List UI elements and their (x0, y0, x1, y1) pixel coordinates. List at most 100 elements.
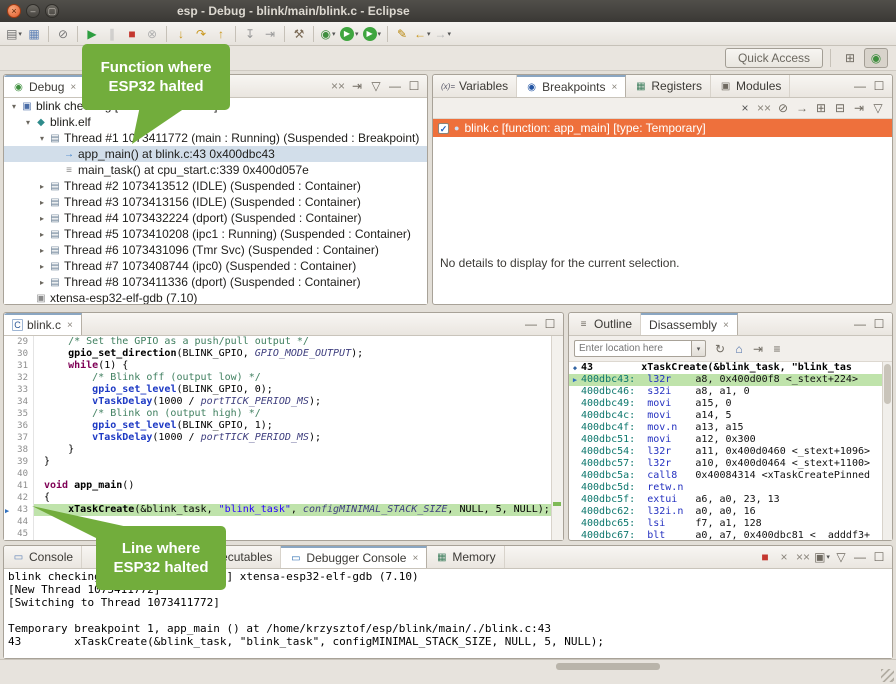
location-dropdown-icon[interactable]: ▾ (692, 340, 706, 357)
breakpoint-checkbox[interactable]: ✓ (438, 123, 449, 134)
last-edit-location-button[interactable]: ✎ (392, 24, 412, 44)
skip-all-breakpoints-button[interactable]: ⊘ (53, 24, 73, 44)
step-over-button[interactable]: ↷ (191, 24, 211, 44)
step-return-button[interactable]: ↑ (211, 24, 231, 44)
minimize-view-icon[interactable]: — (523, 317, 539, 332)
debug-tree-row[interactable]: ▣xtensa-esp32-elf-gdb (7.10) (4, 290, 427, 304)
external-tools-button[interactable]: ▶▾ (361, 24, 384, 44)
suspend-button[interactable]: ∥ (102, 24, 122, 44)
disassembly-row[interactable]: 400dbc62: l32i.n a0, a0, 16 (569, 506, 882, 518)
close-tab-icon[interactable]: × (723, 320, 729, 331)
terminate-button[interactable]: ■ (122, 24, 142, 44)
tree-expander-icon[interactable]: ▾ (36, 134, 48, 143)
open-perspective-button[interactable]: ⊞ (838, 48, 862, 68)
maximize-view-icon[interactable]: ☐ (542, 317, 558, 332)
disassembly-row[interactable]: 400dbc5a: call8 0x40084314 <xTaskCreateP… (569, 470, 882, 482)
disassembly-row[interactable]: 400dbc46: s32i a8, a1, 0 (569, 386, 882, 398)
debug-tree-row[interactable]: ▸▤Thread #2 1073413512 (IDLE) (Suspended… (4, 178, 427, 194)
link-with-active-context-icon[interactable]: ⇥ (750, 341, 766, 356)
tab-console[interactable]: ▭Console (4, 546, 82, 568)
tree-expander-icon[interactable]: ▾ (22, 118, 34, 127)
instruction-stepping-button[interactable]: ⇥ (260, 24, 280, 44)
window-minimize-button[interactable]: – (26, 4, 40, 18)
show-supported-breakpoints-icon[interactable]: ⊘ (775, 101, 791, 116)
debug-tree-row[interactable]: ▾▤Thread #1 1073411772 (main : Running) … (4, 130, 427, 146)
disassembly-row[interactable]: 400dbc4c: movi a14, 5 (569, 410, 882, 422)
home-icon[interactable]: ⌂ (731, 341, 747, 356)
code-line[interactable]: 30 gpio_set_direction(BLINK_GPIO, GPIO_M… (4, 348, 551, 360)
drop-to-frame-button[interactable]: ↧ (240, 24, 260, 44)
build-button[interactable]: ⚒ (289, 24, 309, 44)
tab-breakpoints[interactable]: ◉Breakpoints× (517, 75, 626, 97)
minimize-view-icon[interactable]: — (852, 317, 868, 332)
debug-button[interactable]: ◉▾ (318, 24, 338, 44)
tab-debug[interactable]: ◉Debug× (4, 75, 85, 97)
maximize-view-icon[interactable]: ☐ (871, 550, 887, 565)
horizontal-scrollbar-thumb[interactable] (556, 663, 660, 670)
code-line[interactable]: 31 while(1) { (4, 360, 551, 372)
disassembly-content[interactable]: ◆43 xTaskCreate(&blink_task, "blink_tas▶… (569, 362, 882, 540)
code-line[interactable]: 38 } (4, 444, 551, 456)
forward-button[interactable]: →▾ (433, 24, 454, 44)
tree-expander-icon[interactable]: ▸ (36, 278, 48, 287)
close-tab-icon[interactable]: × (612, 82, 618, 93)
debug-tree-row[interactable]: ▸▤Thread #7 1073408744 (ipc0) (Suspended… (4, 258, 427, 274)
tree-expander-icon[interactable]: ▸ (36, 246, 48, 255)
tree-expander-icon[interactable]: ▸ (36, 214, 48, 223)
remove-all-terminated-icon[interactable]: ×× (330, 79, 346, 94)
code-line[interactable]: 32 /* Blink off (output low) */ (4, 372, 551, 384)
disassembly-row[interactable]: 400dbc51: movi a12, 0x300 (569, 434, 882, 446)
run-button[interactable]: ▶▾ (338, 24, 361, 44)
expand-all-icon[interactable]: ⊞ (813, 101, 829, 116)
close-tab-icon[interactable]: × (70, 82, 76, 93)
quick-access-button[interactable]: Quick Access (725, 48, 823, 68)
save-button[interactable]: ▦ (24, 24, 44, 44)
tab-disassembly[interactable]: Disassembly× (641, 313, 738, 335)
minimize-view-icon[interactable]: — (387, 79, 403, 94)
tree-expander-icon[interactable]: ▾ (8, 102, 20, 111)
back-button[interactable]: ←▾ (412, 24, 433, 44)
show-full-paths-icon[interactable]: ⇥ (349, 79, 365, 94)
code-line[interactable]: 40 (4, 468, 551, 480)
tab-blink-c[interactable]: Cblink.c× (4, 313, 82, 335)
step-into-button[interactable]: ↓ (171, 24, 191, 44)
code-line[interactable]: 39} (4, 456, 551, 468)
tab-modules[interactable]: ▣Modules (711, 75, 790, 97)
code-line[interactable]: 37 vTaskDelay(1000 / portTICK_PERIOD_MS)… (4, 432, 551, 444)
disassembly-row[interactable]: 400dbc65: lsi f7, a1, 128 (569, 518, 882, 530)
minimize-view-icon[interactable]: — (852, 550, 868, 565)
tab-memory[interactable]: ▦Memory (427, 546, 504, 568)
window-close-button[interactable]: × (7, 4, 21, 18)
disconnect-button[interactable]: ⊗ (142, 24, 162, 44)
tab-debugger-console[interactable]: ▭Debugger Console× (281, 546, 427, 568)
remove-breakpoint-icon[interactable]: × (737, 101, 753, 116)
tab-variables[interactable]: (x)=Variables (433, 75, 517, 97)
scrollbar-thumb[interactable] (884, 364, 891, 404)
debug-perspective-button[interactable]: ◉ (864, 48, 888, 68)
remove-all-launches-button[interactable]: ×× (795, 550, 811, 565)
tab-outline[interactable]: ≡Outline (569, 313, 641, 335)
disassembly-row[interactable]: 400dbc67: blt a0, a7, 0x400dbc81 <__addd… (569, 530, 882, 540)
disassembly-row[interactable]: 400dbc57: l32r a10, 0x400d0464 <_stext+1… (569, 458, 882, 470)
go-to-file-icon[interactable]: → (794, 101, 810, 116)
debug-tree-row[interactable]: ≡main_task() at cpu_start.c:339 0x400d05… (4, 162, 427, 178)
disassembly-row[interactable]: 400dbc49: movi a15, 0 (569, 398, 882, 410)
remove-all-breakpoints-icon[interactable]: ×× (756, 101, 772, 116)
disassembly-location-input[interactable] (574, 340, 692, 357)
code-line[interactable]: 34 vTaskDelay(1000 / portTICK_PERIOD_MS)… (4, 396, 551, 408)
window-maximize-button[interactable]: ▢ (45, 4, 59, 18)
maximize-view-icon[interactable]: ☐ (871, 79, 887, 94)
code-line[interactable]: 35 /* Blink on (output high) */ (4, 408, 551, 420)
close-tab-icon[interactable]: × (67, 320, 73, 331)
disassembly-row[interactable]: 400dbc4f: mov.n a13, a15 (569, 422, 882, 434)
terminate-console-button[interactable]: ■ (757, 550, 773, 565)
tree-expander-icon[interactable]: ▸ (36, 182, 48, 191)
code-line[interactable]: 29 /* Set the GPIO as a push/pull output… (4, 336, 551, 348)
disassembly-row[interactable]: 400dbc54: l32r a11, 0x400d0460 <_stext+1… (569, 446, 882, 458)
disassembly-scrollbar[interactable] (882, 362, 892, 540)
resume-button[interactable]: ▶ (82, 24, 102, 44)
debug-tree-row[interactable]: ▾◆blink.elf (4, 114, 427, 130)
tab-registers[interactable]: ▦Registers (626, 75, 711, 97)
resize-grip-icon[interactable] (881, 669, 894, 682)
new-wizard-button[interactable]: ▤▾ (4, 24, 24, 44)
